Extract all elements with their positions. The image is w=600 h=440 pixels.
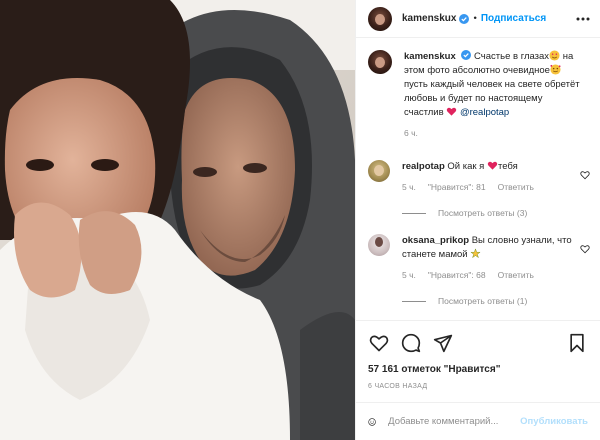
replies-line [402, 300, 426, 302]
bookmark-icon [570, 333, 584, 352]
comment-meta: 5 ч. "Нравится": 81 Ответить [402, 180, 582, 194]
comment-like-heart-icon[interactable] [580, 170, 590, 180]
comment-button[interactable] [400, 332, 422, 354]
caption-username[interactable]: kamenskux [404, 51, 456, 62]
comment-icon [401, 333, 421, 352]
caption-mention-link[interactable]: @realpotap [460, 107, 509, 118]
heart-icon [369, 335, 389, 351]
comment-text-end: тебя [497, 161, 518, 172]
reply-button[interactable]: Ответить [498, 180, 534, 194]
comments-list: kamenskux Счастье в глазах на этом фото … [356, 38, 600, 320]
view-replies-label: Посмотреть ответы (1) [438, 296, 528, 306]
add-comment-bar: Опубликовать [356, 402, 600, 440]
caption-avatar[interactable] [368, 50, 392, 74]
caption-meta: 6 ч. [404, 126, 584, 140]
post-photo-image [0, 0, 355, 440]
view-replies-button[interactable]: Посмотреть ответы (1) [402, 296, 590, 306]
separator-dot: • [473, 13, 477, 24]
post-photo[interactable] [0, 0, 355, 440]
commenter-username[interactable]: oksana_prikop [402, 235, 469, 246]
view-replies-button[interactable]: Посмотреть ответы (3) [402, 208, 590, 218]
posted-time[interactable]: 6 ЧАСОВ НАЗАД [368, 383, 427, 390]
publish-button[interactable]: Опубликовать [520, 416, 588, 427]
share-button[interactable] [432, 332, 454, 354]
comment-likes[interactable]: "Нравится": 68 [428, 268, 486, 282]
commenter-avatar[interactable] [368, 160, 390, 182]
commenter-username[interactable]: realpotap [402, 161, 445, 172]
commenter-avatar[interactable] [368, 234, 390, 256]
smiling-hearts-emoji-icon [550, 64, 561, 75]
replies-line [402, 212, 426, 214]
post-actions-bar [356, 320, 600, 364]
save-button[interactable] [566, 332, 588, 354]
more-icon [576, 17, 590, 20]
post-header: kamenskux • Подписаться [356, 0, 600, 38]
author-avatar[interactable] [368, 6, 392, 31]
comment-likes[interactable]: "Нравится": 81 [428, 180, 486, 194]
follow-button[interactable]: Подписаться [481, 13, 546, 24]
comment-time[interactable]: 5 ч. [402, 268, 416, 282]
comment-input[interactable] [388, 416, 521, 427]
red-heart-emoji-icon [447, 107, 457, 116]
like-button[interactable] [368, 332, 390, 354]
star-struck-emoji-icon [470, 248, 482, 259]
more-options-button[interactable] [574, 10, 592, 28]
comment-item: oksana_prikop Вы словно узнали, что стан… [368, 234, 590, 282]
caption-text-1: Счастье в глазах [474, 51, 550, 62]
comment-item: realpotap Ой как я тебя 5 ч. "Нравится":… [368, 160, 590, 194]
caption-time[interactable]: 6 ч. [404, 126, 418, 140]
comment-text: Ой как я [447, 161, 487, 172]
post-caption: kamenskux Счастье в глазах на этом фото … [368, 50, 590, 140]
comment-time[interactable]: 5 ч. [402, 180, 416, 194]
share-icon [433, 334, 453, 352]
comment-meta: 5 ч. "Нравится": 68 Ответить [402, 268, 582, 282]
verified-icon [461, 50, 472, 60]
verified-icon [459, 13, 470, 24]
post-side-panel: kamenskux • Подписаться kamenskux Счасть… [355, 0, 600, 440]
author-username[interactable]: kamenskux [402, 13, 456, 24]
red-heart-emoji-icon [487, 161, 498, 170]
smile-icon[interactable] [368, 413, 376, 431]
view-replies-label: Посмотреть ответы (3) [438, 208, 528, 218]
comment-like-heart-icon[interactable] [580, 244, 590, 254]
reply-button[interactable]: Ответить [498, 268, 534, 282]
heart-eyes-emoji-icon [549, 50, 560, 61]
likes-count[interactable]: 57 161 отметок "Нравится" [368, 364, 500, 375]
